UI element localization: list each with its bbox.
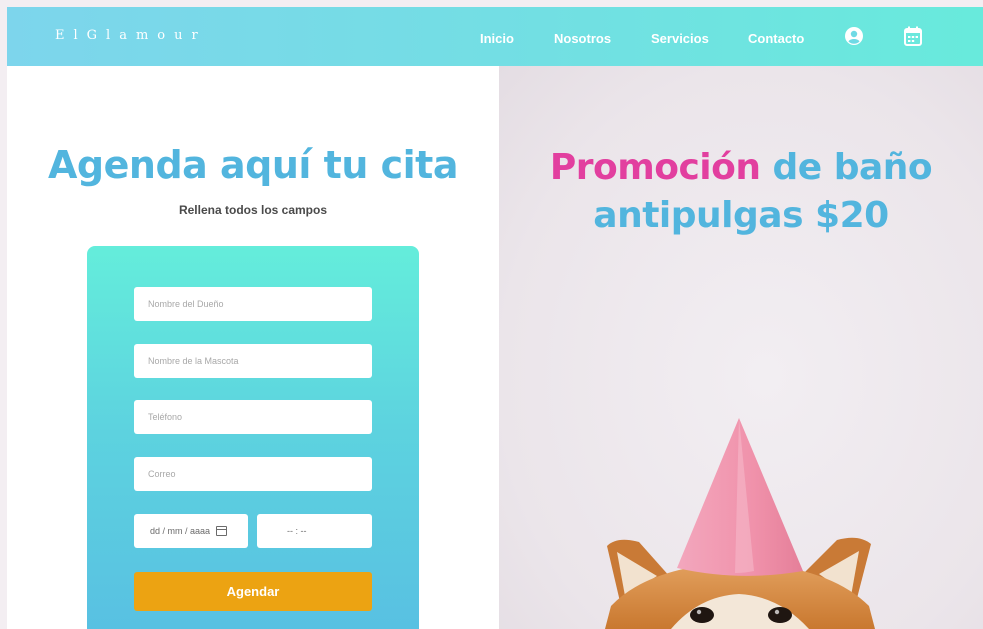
- appointment-form: dd / mm / aaaa -- : -- Agendar: [87, 246, 419, 629]
- user-circle-icon[interactable]: [844, 26, 864, 46]
- nav-link-inicio[interactable]: Inicio: [480, 31, 514, 46]
- page: ElGlamour Inicio Nosotros Servicios Cont…: [7, 7, 983, 629]
- nav-link-servicios[interactable]: Servicios: [651, 31, 709, 46]
- date-input[interactable]: dd / mm / aaaa: [134, 514, 248, 548]
- form-subtitle: Rellena todos los campos: [178, 203, 328, 217]
- pet-name-input[interactable]: [134, 344, 372, 378]
- form-title: Agenda aquí tu cita: [48, 143, 458, 187]
- navbar: ElGlamour Inicio Nosotros Servicios Cont…: [7, 7, 983, 66]
- promo-section: Promoción de baño antipulgas $20: [499, 66, 983, 629]
- promo-title: Promoción de baño antipulgas $20: [499, 144, 983, 240]
- owner-name-input[interactable]: [134, 287, 372, 321]
- nav-link-contacto[interactable]: Contacto: [748, 31, 804, 46]
- brand-logo[interactable]: ElGlamour: [55, 28, 207, 43]
- time-input-value: -- : --: [287, 526, 307, 536]
- calendar-icon[interactable]: [904, 26, 924, 46]
- date-input-value: dd / mm / aaaa: [150, 526, 211, 536]
- nav-link-nosotros[interactable]: Nosotros: [554, 31, 611, 46]
- appointment-section: Agenda aquí tu cita Rellena todos los ca…: [7, 66, 499, 629]
- promo-title-highlight: Promoción: [549, 147, 761, 188]
- date-picker-icon[interactable]: [216, 526, 228, 536]
- time-input[interactable]: -- : --: [257, 514, 372, 548]
- phone-input[interactable]: [134, 400, 372, 434]
- submit-appointment-button[interactable]: Agendar: [134, 572, 372, 611]
- email-input[interactable]: [134, 457, 372, 491]
